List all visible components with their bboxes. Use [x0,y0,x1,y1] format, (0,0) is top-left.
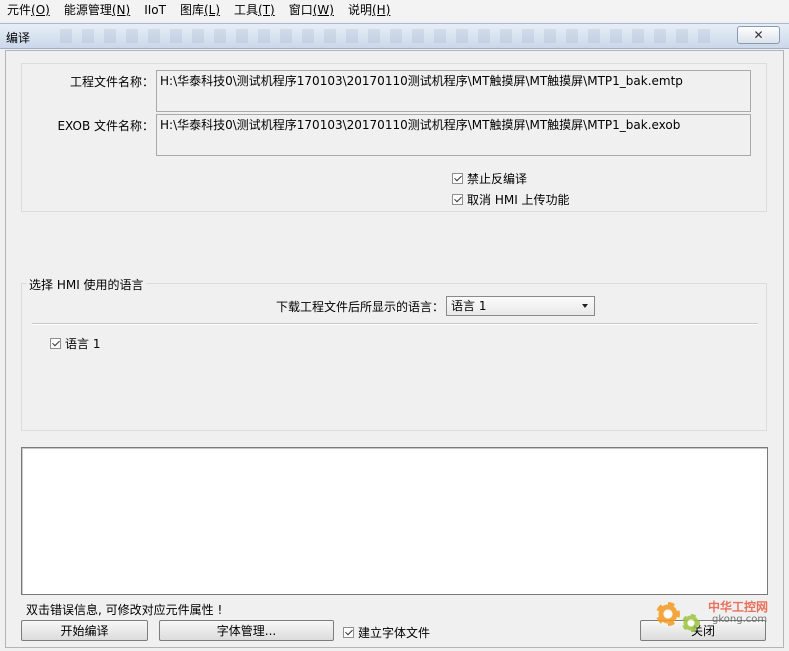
download-language-label: 下载工程文件后所显示的语言： [275,300,444,314]
menu-tools-label: 工具 [234,3,259,17]
close-button[interactable]: 关闭 [640,620,766,641]
file-info-panel: 工程文件名称： H:\华泰科技0\测试机程序170103\20170110测试机… [21,63,767,212]
menu-component-key: (O) [31,3,50,17]
start-compile-button[interactable]: 开始编译 [21,620,148,641]
cancel-upload-label: 取消 HMI 上传功能 [467,193,570,207]
language-separator [32,323,758,325]
menu-tools-key: (T) [258,3,275,17]
language-group: 下载工程文件后所显示的语言： 语言 1 语言 1 [21,283,767,431]
build-font-file-label: 建立字体文件 [358,626,431,640]
language-group-title: 选择 HMI 使用的语言 [27,276,146,293]
menu-energy-key: (N) [111,3,131,17]
disable-decompile-checkbox[interactable]: 禁止反编译 [452,170,527,187]
disable-decompile-label: 禁止反编译 [467,172,528,186]
menu-window-key: (W) [312,3,334,17]
menu-tools[interactable]: 工具(T) [227,0,282,21]
dialog-title: 编译 [6,31,31,45]
menu-library-label: 图库 [179,3,204,17]
chevron-down-icon [582,304,588,308]
menu-component[interactable]: 元件(O) [0,0,57,21]
menu-iiot[interactable]: IIoT [137,0,173,21]
exob-file-label: EXOB 文件名称： [57,119,154,133]
menu-help[interactable]: 说明(H) [341,0,397,21]
compile-output-list[interactable] [21,447,768,595]
language-1-check-icon [50,338,61,349]
error-hint: 双击错误信息, 可修改对应元件属性 ! [26,603,223,617]
menu-energy[interactable]: 能源管理(N) [57,0,137,21]
menu-component-label: 元件 [7,3,32,17]
menu-energy-label: 能源管理 [63,3,112,17]
close-icon: ✕ [753,28,764,42]
project-file-path: H:\华泰科技0\测试机程序170103\20170110测试机程序\MT触摸屏… [156,70,751,112]
disable-decompile-check-icon [452,173,463,184]
menu-bar: 元件(O) 能源管理(N) IIoT 图库(L) 工具(T) 窗口(W) 说明(… [0,0,789,21]
exob-file-path: H:\华泰科技0\测试机程序170103\20170110测试机程序\MT触摸屏… [156,114,751,156]
project-file-label: 工程文件名称： [69,75,154,89]
menu-iiot-label: IIoT [144,3,166,17]
dialog-close-button[interactable]: ✕ [737,26,780,44]
background-toolbar [60,29,720,43]
compile-dialog: 工程文件名称： H:\华泰科技0\测试机程序170103\20170110测试机… [5,50,784,648]
menu-window[interactable]: 窗口(W) [282,0,341,21]
build-font-file-check-icon [343,627,354,638]
cancel-upload-checkbox[interactable]: 取消 HMI 上传功能 [452,191,570,208]
download-language-select[interactable]: 语言 1 [446,296,595,316]
font-manage-button[interactable]: 字体管理... [159,620,334,641]
menu-help-key: (H) [372,3,391,17]
menu-library[interactable]: 图库(L) [173,0,227,21]
language-1-checkbox[interactable]: 语言 1 [50,335,100,352]
dialog-titlebar[interactable]: 编译 ✕ [0,23,789,49]
build-font-file-checkbox[interactable]: 建立字体文件 [343,624,430,641]
language-1-label: 语言 1 [65,337,101,351]
cancel-upload-check-icon [452,194,463,205]
download-language-value: 语言 1 [451,299,487,313]
menu-help-label: 说明 [347,3,372,17]
menu-window-label: 窗口 [288,3,313,17]
menu-library-key: (L) [203,3,221,17]
